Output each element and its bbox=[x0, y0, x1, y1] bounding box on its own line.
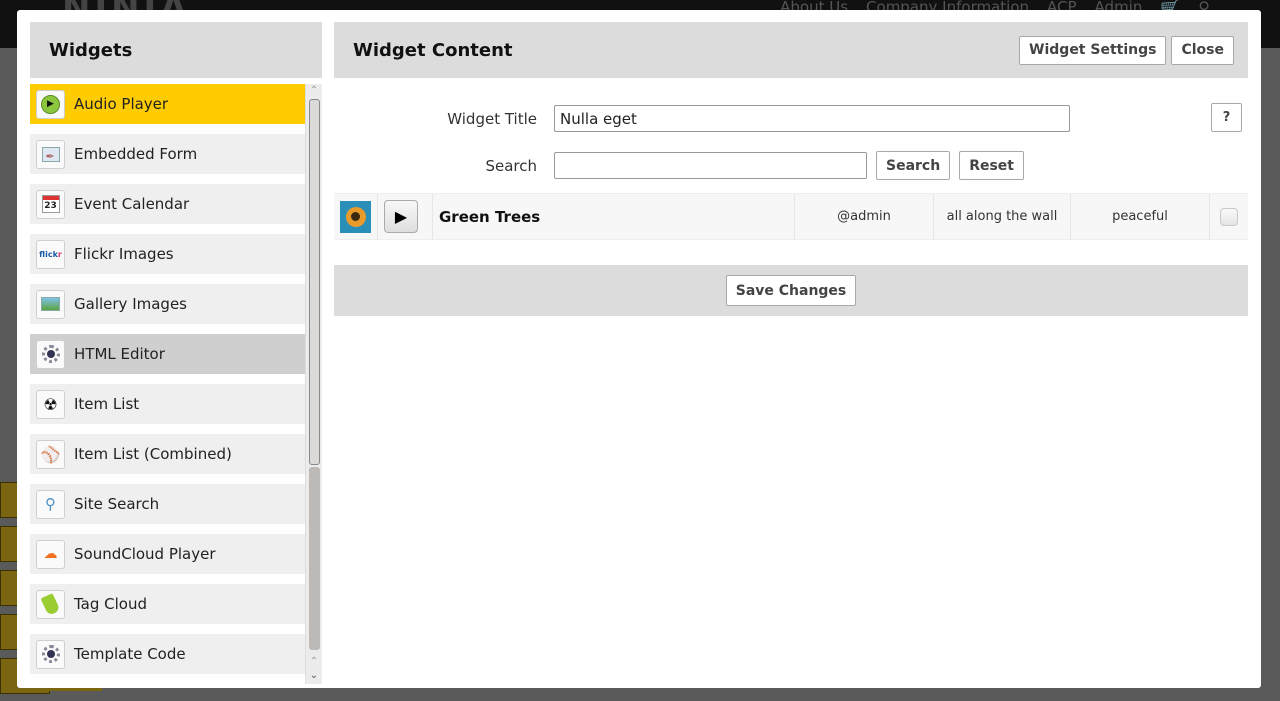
widget-modal: Widgets ▶ Audio Player ✒ Embedded Form 23 Eve… bbox=[17, 10, 1261, 688]
widget-content-panel: Widget Content Widget Settings Close Wid… bbox=[334, 22, 1248, 316]
widget-item-audio-player[interactable]: ▶ Audio Player bbox=[30, 84, 305, 124]
help-button[interactable]: ? bbox=[1211, 103, 1242, 132]
gear-icon bbox=[36, 639, 65, 669]
scroll-up-arrow-icon[interactable]: ⌃ bbox=[306, 84, 322, 98]
widgets-panel-title: Widgets bbox=[30, 22, 322, 78]
play-cell: ▶ bbox=[378, 194, 433, 239]
play-icon: ▶ bbox=[394, 207, 408, 226]
widget-item-label: HTML Editor bbox=[74, 345, 165, 363]
gear-icon bbox=[36, 339, 65, 369]
save-bar: Save Changes bbox=[334, 265, 1248, 316]
widget-item-gallery-images[interactable]: Gallery Images bbox=[30, 284, 305, 324]
scroll-up-arrow-icon[interactable]: ⌃ bbox=[306, 656, 322, 668]
track-mood: peaceful bbox=[1071, 194, 1210, 239]
widget-item-html-editor[interactable]: HTML Editor bbox=[30, 334, 305, 374]
gallery-icon bbox=[36, 289, 65, 319]
track-title: Green Trees bbox=[439, 207, 541, 226]
calendar-icon: 23 bbox=[36, 189, 65, 219]
reset-button[interactable]: Reset bbox=[959, 151, 1024, 180]
widgets-panel: Widgets ▶ Audio Player ✒ Embedded Form 23 Eve… bbox=[30, 22, 322, 684]
widget-item-label: Gallery Images bbox=[74, 295, 187, 313]
widget-item-item-list[interactable]: ☢ Item List bbox=[30, 384, 305, 424]
widget-title-input[interactable] bbox=[554, 105, 1070, 132]
widget-item-label: Item List bbox=[74, 395, 140, 413]
magnifier-icon: ⚲ bbox=[36, 489, 65, 519]
widget-item-label: Embedded Form bbox=[74, 145, 198, 163]
scroll-track[interactable] bbox=[309, 467, 320, 650]
track-user: @admin bbox=[795, 194, 934, 239]
scroll-thumb[interactable] bbox=[309, 99, 320, 465]
widget-item-label: SoundCloud Player bbox=[74, 545, 216, 563]
widget-list-scrollbar[interactable]: ⌃ ⌃ ⌄ bbox=[305, 84, 322, 684]
widget-item-template-code[interactable]: Template Code bbox=[30, 634, 305, 674]
widget-item-soundcloud-player[interactable]: ☁ SoundCloud Player bbox=[30, 534, 305, 574]
track-album: all along the wall bbox=[934, 194, 1071, 239]
flickr-icon: flickr bbox=[36, 239, 65, 269]
item-list-icon: ☢ bbox=[36, 389, 65, 419]
widget-item-flickr-images[interactable]: flickr Flickr Images bbox=[30, 234, 305, 274]
close-button[interactable]: Close bbox=[1171, 35, 1234, 65]
speaker-icon bbox=[340, 200, 371, 233]
widget-item-label: Item List (Combined) bbox=[74, 445, 232, 463]
widget-item-item-list-combined[interactable]: ⚾ Item List (Combined) bbox=[30, 434, 305, 474]
search-row: Search Search Reset bbox=[334, 151, 1024, 180]
widget-item-tag-cloud[interactable]: Tag Cloud bbox=[30, 584, 305, 624]
embedded-form-icon: ✒ bbox=[36, 139, 65, 169]
audio-player-icon: ▶ bbox=[36, 89, 65, 119]
save-changes-button[interactable]: Save Changes bbox=[725, 275, 857, 306]
widget-settings-button[interactable]: Widget Settings bbox=[1019, 35, 1167, 65]
widget-content-header: Widget Content Widget Settings Close bbox=[334, 22, 1248, 78]
widget-item-label: Template Code bbox=[74, 645, 186, 663]
soundcloud-icon: ☁ bbox=[36, 539, 65, 569]
widget-title-label: Widget Title bbox=[447, 109, 537, 128]
widget-item-event-calendar[interactable]: 23 Event Calendar bbox=[30, 184, 305, 224]
item-list-combined-icon: ⚾ bbox=[36, 439, 65, 469]
widget-item-label: Audio Player bbox=[74, 95, 169, 113]
widget-item-embedded-form[interactable]: ✒ Embedded Form bbox=[30, 134, 305, 174]
search-button[interactable]: Search bbox=[876, 151, 951, 180]
widget-list: ▶ Audio Player ✒ Embedded Form 23 Event Calen… bbox=[30, 84, 322, 684]
track-title-cell: Green Trees bbox=[433, 194, 795, 239]
track-thumbnail bbox=[334, 194, 378, 239]
search-label: Search bbox=[485, 156, 537, 175]
select-cell bbox=[1210, 194, 1248, 239]
play-button[interactable]: ▶ bbox=[384, 200, 418, 233]
widget-content-title: Widget Content bbox=[353, 39, 513, 61]
search-input[interactable] bbox=[554, 152, 867, 179]
tag-icon bbox=[36, 589, 65, 619]
widget-item-site-search[interactable]: ⚲ Site Search bbox=[30, 484, 305, 524]
widget-item-label: Tag Cloud bbox=[74, 595, 148, 613]
select-checkbox[interactable] bbox=[1220, 207, 1238, 226]
widget-item-label: Site Search bbox=[74, 495, 160, 513]
table-row: ▶ Green Trees @admin all along the wall … bbox=[334, 193, 1248, 240]
widget-title-row: Widget Title bbox=[334, 105, 1070, 132]
widget-item-label: Event Calendar bbox=[74, 195, 190, 213]
widget-item-label: Flickr Images bbox=[74, 245, 174, 263]
scroll-down-arrow-icon[interactable]: ⌄ bbox=[306, 670, 322, 682]
